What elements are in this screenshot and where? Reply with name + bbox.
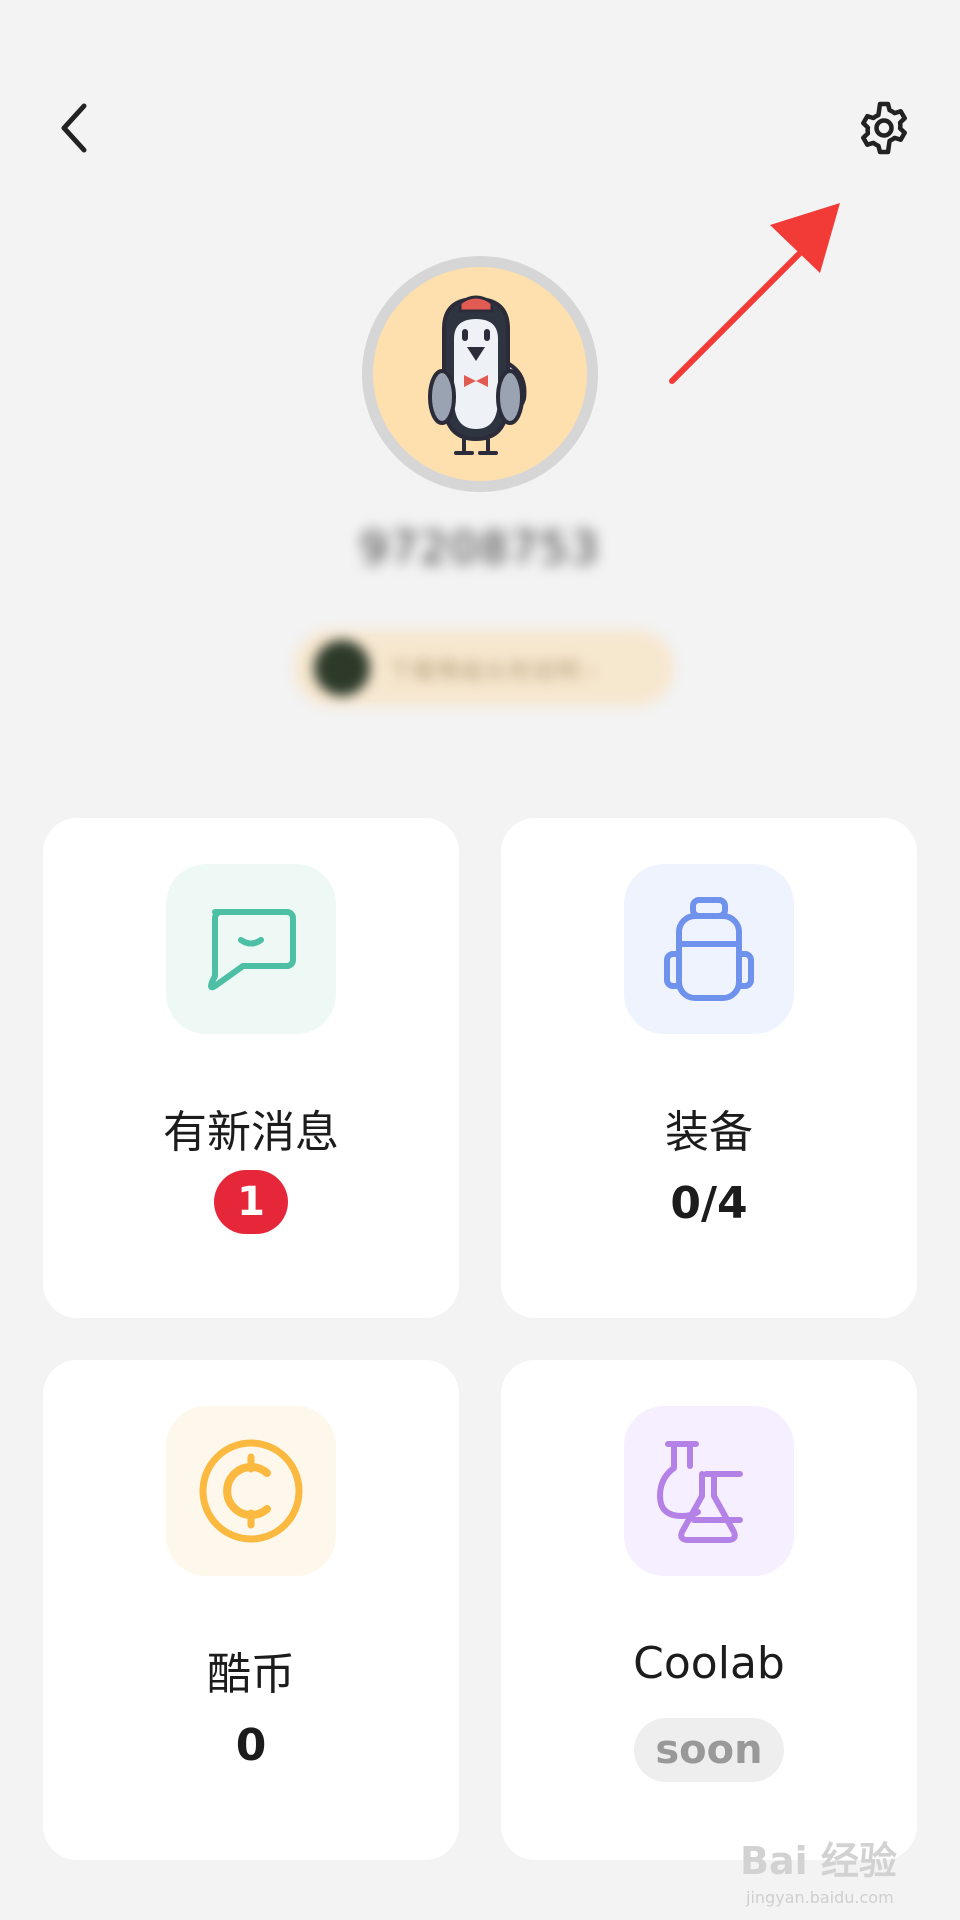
level-pill[interactable]: 下载等级头衔说明 ›	[294, 630, 674, 706]
flask-icon	[657, 1441, 743, 1543]
username: 97208753	[360, 522, 600, 574]
gear-icon	[861, 101, 907, 155]
card-title: 装备	[665, 1107, 753, 1158]
coins-card[interactable]: 酷币 0	[43, 1360, 459, 1860]
backpack-icon	[664, 897, 754, 1001]
penguin-avatar-icon	[428, 295, 527, 455]
equipment-card[interactable]: 装备 0/4	[501, 818, 917, 1318]
coin-icon	[199, 1439, 303, 1543]
coolab-card[interactable]: Coolab soon	[501, 1360, 917, 1860]
flask-icon-tile	[624, 1406, 794, 1576]
watermark-main: Bai 经验	[740, 1839, 897, 1883]
watermark-sub: jingyan.baidu.com	[746, 1888, 894, 1907]
baidu-watermark: Bai 经验 jingyan.baidu.com	[730, 1830, 960, 1920]
coin-icon-tile	[166, 1406, 336, 1576]
equipment-count: 0/4	[670, 1178, 748, 1229]
level-medal-icon	[314, 640, 370, 696]
message-icon	[208, 909, 296, 991]
settings-button[interactable]	[848, 96, 920, 160]
annotation-arrow	[669, 203, 840, 384]
profile-page: 97208753 下载等级头衔说明 › 有新消息 1 装备 0/4 酷币 0 C…	[0, 0, 960, 1920]
unread-badge: 1	[214, 1170, 288, 1234]
card-title: 有新消息	[163, 1107, 339, 1158]
back-button[interactable]	[44, 96, 104, 160]
avatar[interactable]	[373, 267, 587, 481]
messages-card[interactable]: 有新消息 1	[43, 818, 459, 1318]
backpack-icon-tile	[624, 864, 794, 1034]
level-text: 下载等级头衔说明 ›	[388, 656, 598, 685]
message-icon-tile	[166, 864, 336, 1034]
card-title: 酷币	[207, 1649, 295, 1700]
soon-tag: soon	[634, 1718, 784, 1782]
card-title: Coolab	[633, 1638, 785, 1689]
coin-balance: 0	[235, 1720, 267, 1771]
chevron-left-icon	[61, 103, 87, 153]
